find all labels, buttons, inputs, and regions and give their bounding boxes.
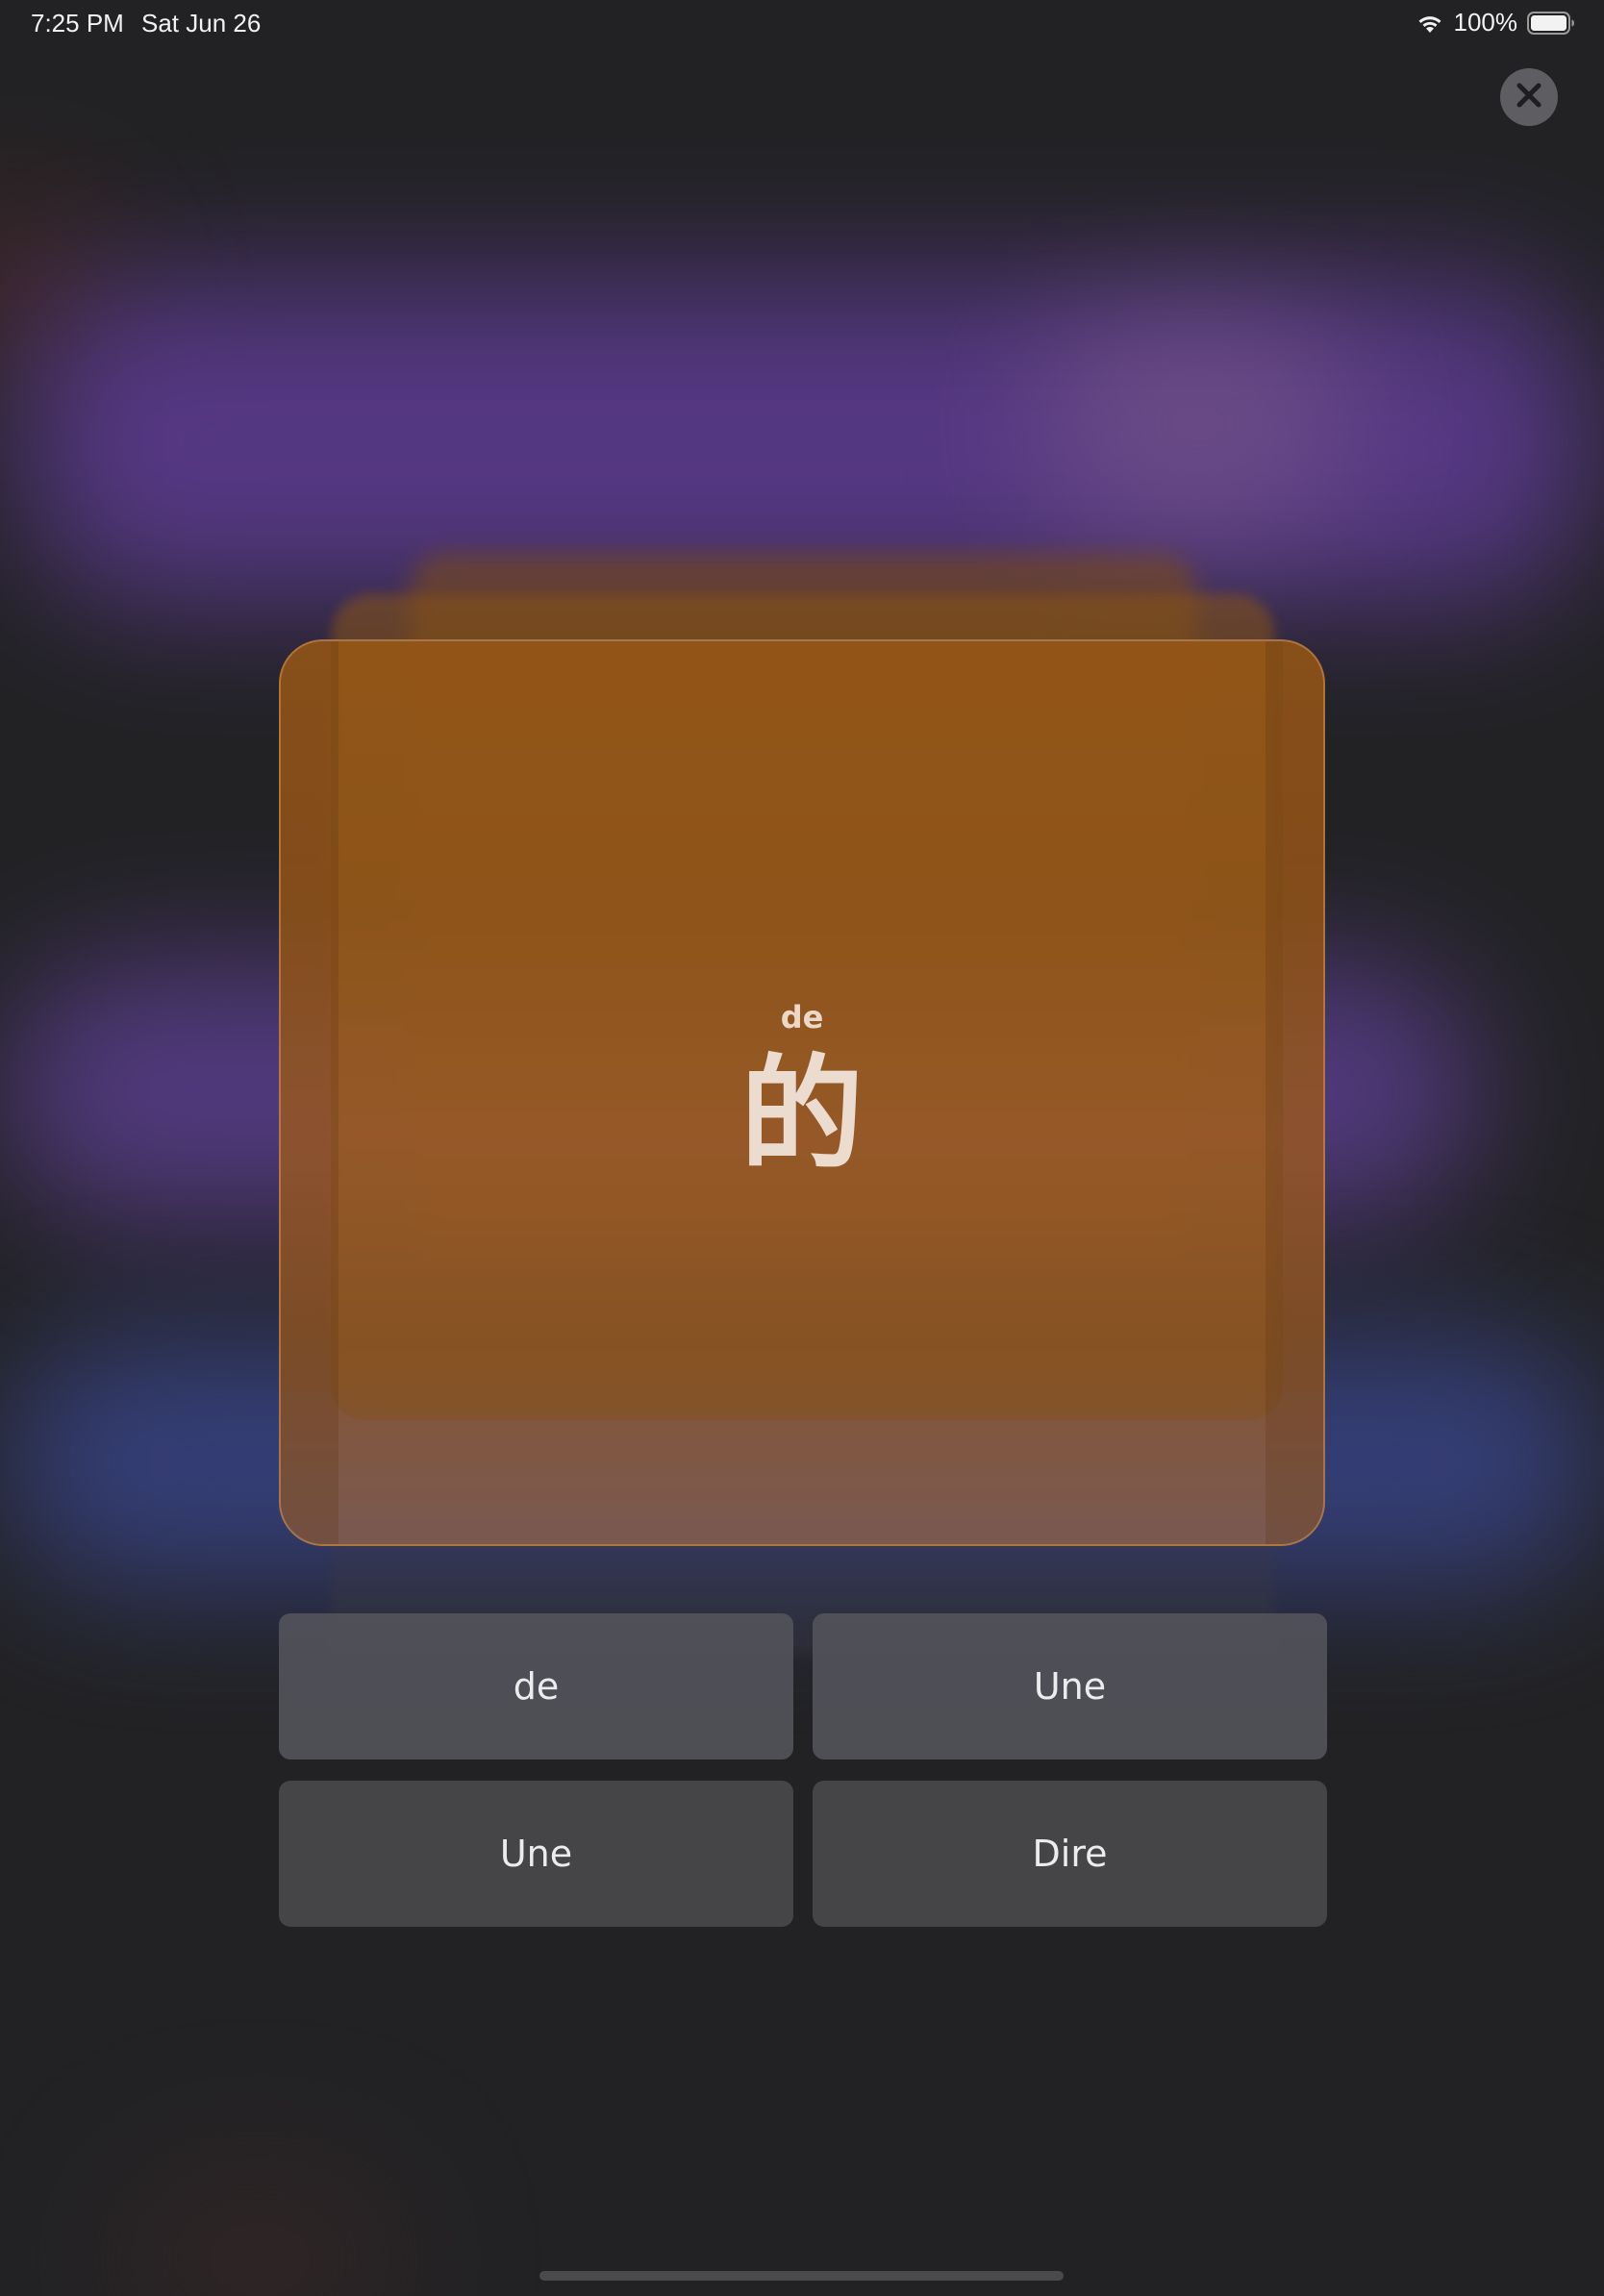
battery-icon: [1527, 11, 1575, 35]
answer-button-2[interactable]: Une: [813, 1613, 1327, 1759]
status-indicators: 100%: [1416, 8, 1576, 37]
background-blob: [115, 2163, 404, 2296]
status-bar: 7:25 PM Sat Jun 26 100%: [0, 0, 1604, 44]
answer-button-1[interactable]: de: [279, 1613, 793, 1759]
flash-card[interactable]: de 的: [279, 639, 1325, 1546]
status-date: Sat Jun 26: [141, 9, 262, 37]
answer-button-4[interactable]: Dire: [813, 1781, 1327, 1927]
background-blob: [1039, 317, 1356, 529]
card-pinyin: de: [780, 999, 824, 1036]
card-character: 的: [739, 1043, 864, 1186]
home-indicator[interactable]: [539, 2271, 1064, 2281]
answer-button-3[interactable]: Une: [279, 1781, 793, 1927]
close-button[interactable]: [1500, 68, 1558, 126]
battery-percent: 100%: [1453, 8, 1518, 37]
status-time: 7:25 PM: [31, 9, 124, 37]
close-icon: [1516, 82, 1542, 112]
battery-fill: [1531, 14, 1566, 31]
answer-options: de Une Une Dire: [279, 1613, 1327, 1927]
wifi-icon: [1416, 12, 1444, 34]
